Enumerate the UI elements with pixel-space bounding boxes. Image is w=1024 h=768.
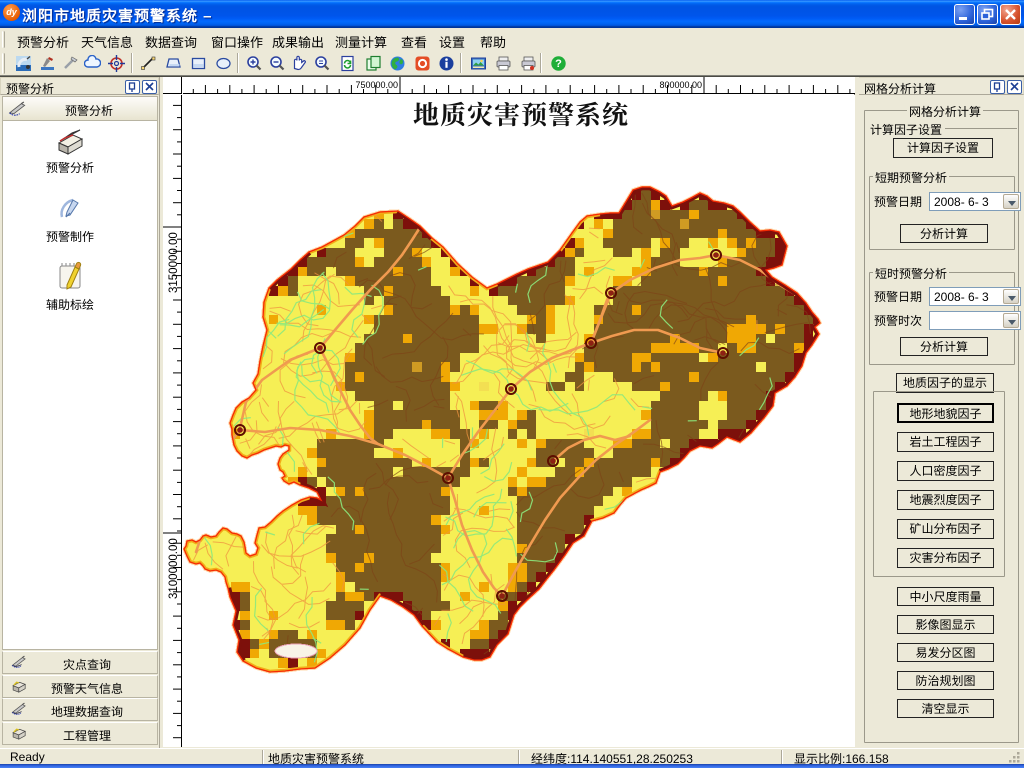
svg-text:750000.00: 750000.00 — [355, 80, 398, 90]
svg-text:800000.00: 800000.00 — [659, 80, 702, 90]
svg-text:?: ? — [555, 58, 562, 70]
svg-text:3100000.00: 3100000.00 — [168, 538, 180, 599]
svg-text:3150000.00: 3150000.00 — [168, 232, 180, 293]
